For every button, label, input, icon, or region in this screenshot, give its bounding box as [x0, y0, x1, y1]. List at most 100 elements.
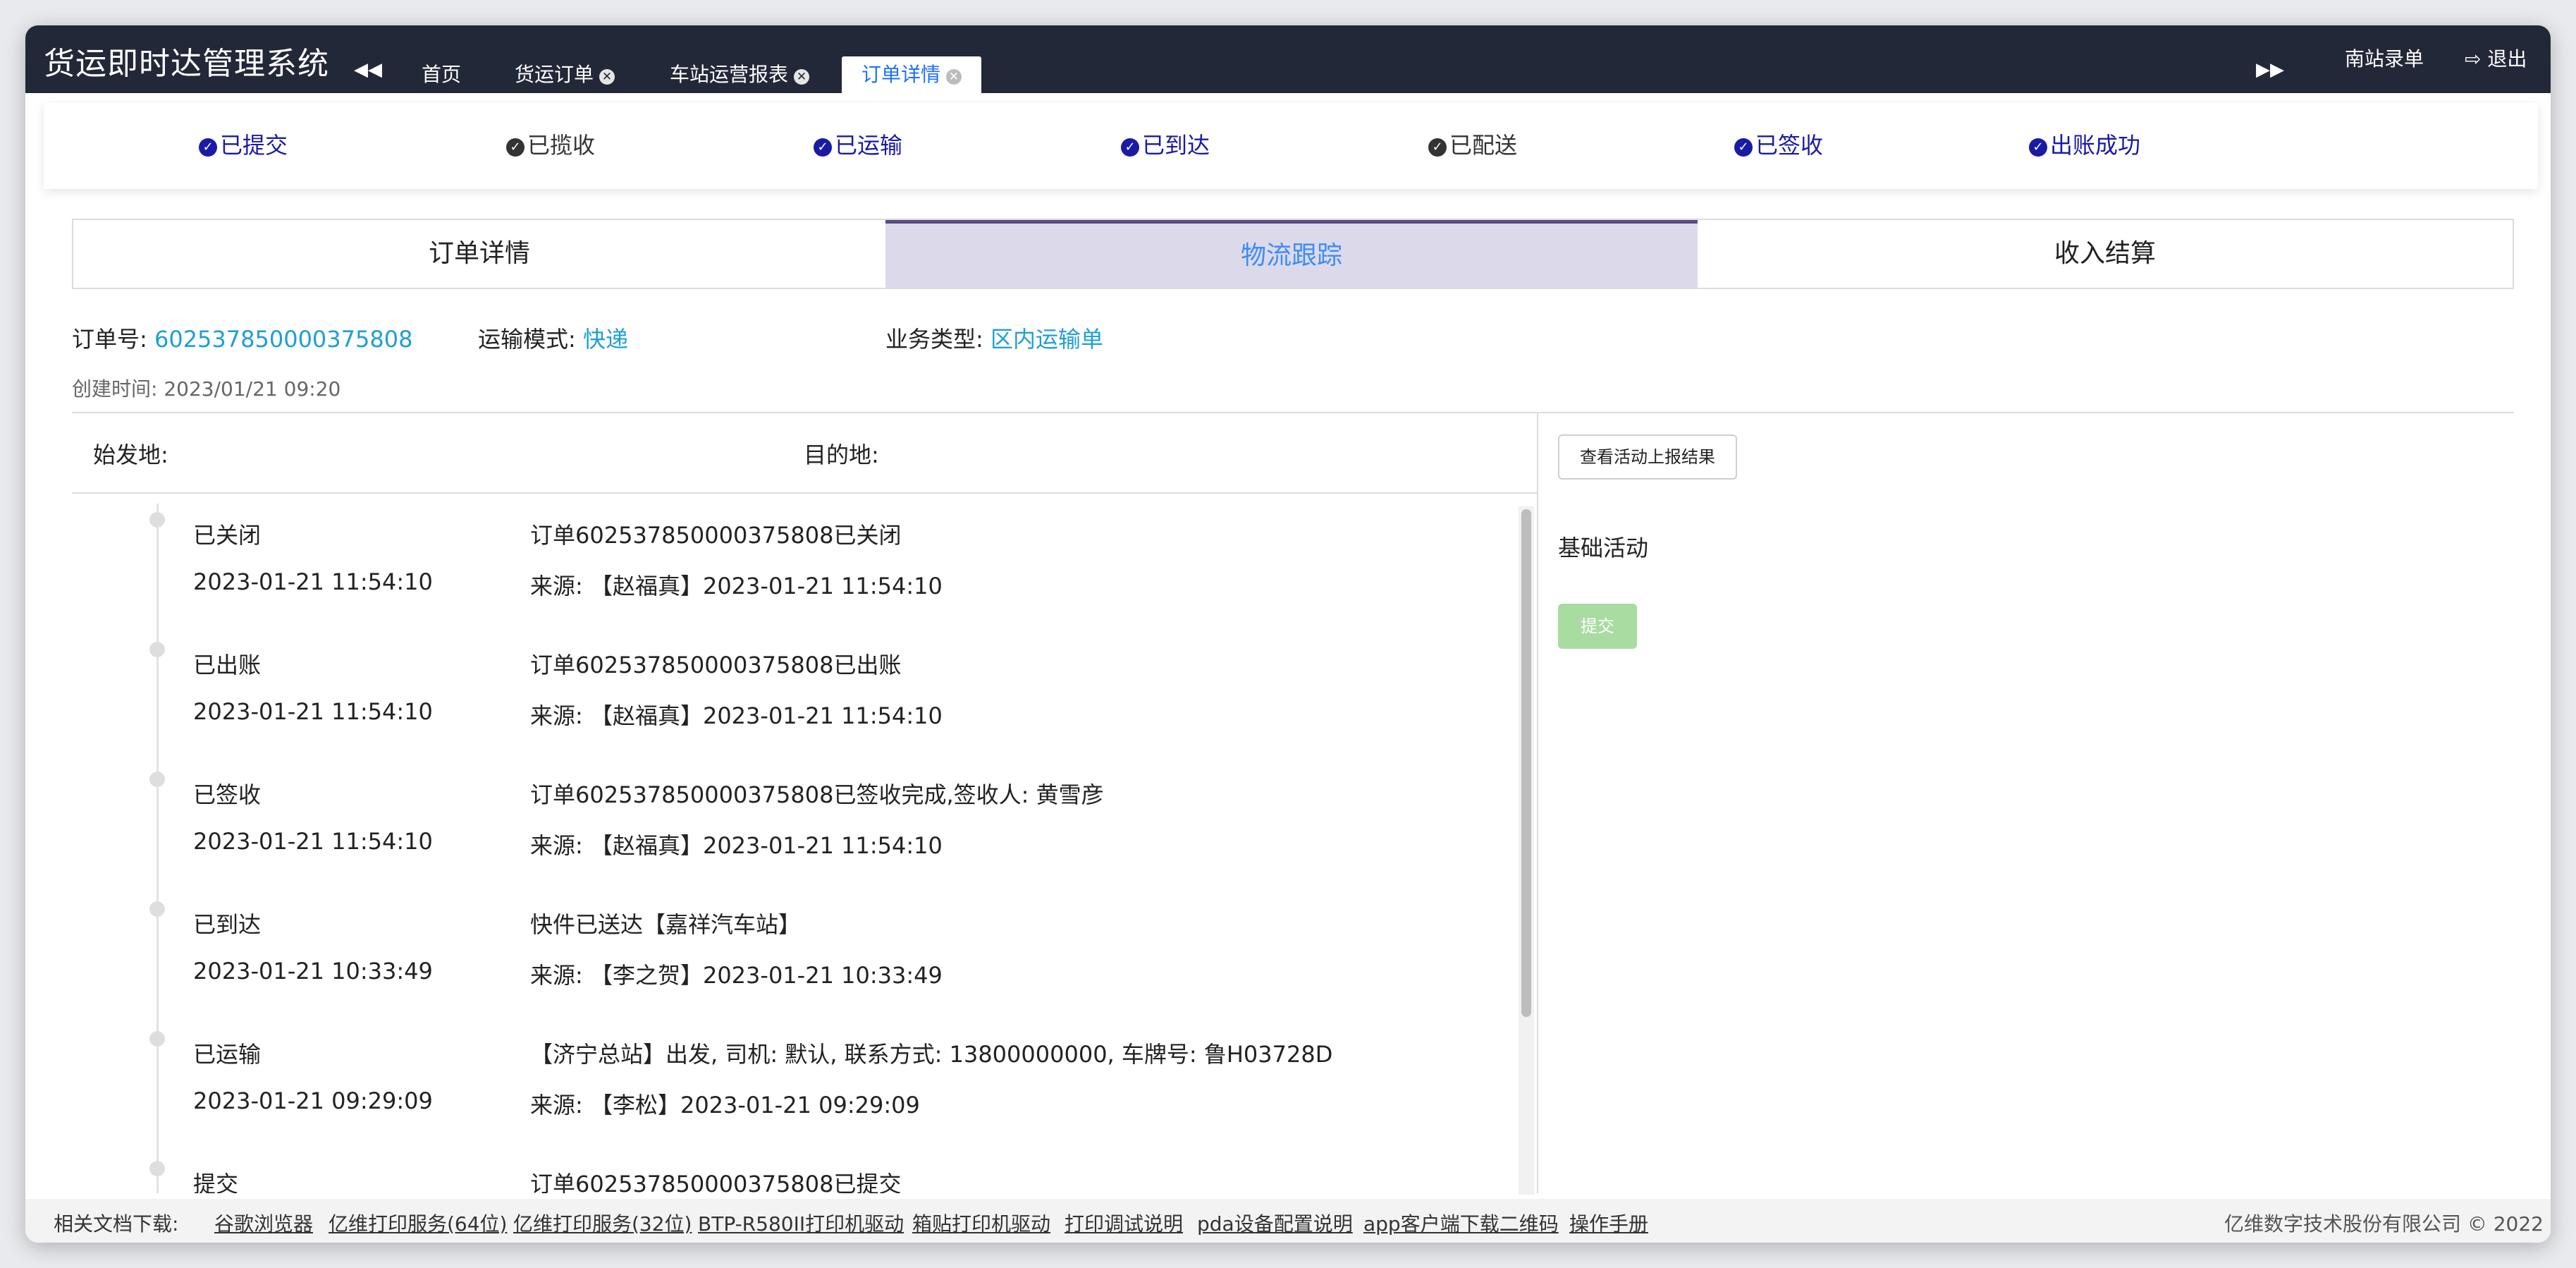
station-entry-link[interactable]: 南站录单 — [2345, 44, 2424, 72]
tab-order-info[interactable]: 订单详情 — [73, 220, 885, 288]
status-billed: ✓ 出账成功 — [2029, 131, 2140, 159]
divider — [72, 412, 2514, 413]
timeline-dot — [149, 512, 165, 528]
transport-mode-field: 运输模式: 快递 — [478, 322, 628, 354]
status-collected: ✓ 已揽收 — [506, 131, 595, 159]
divider — [72, 492, 1537, 494]
basic-activities-title: 基础活动 — [1558, 535, 1649, 561]
timeline-status: 已出账 — [193, 652, 262, 678]
order-number-value: 602537850000375808 — [154, 326, 413, 353]
timeline-dot — [149, 772, 165, 787]
double-left-icon[interactable]: ◀◀ — [354, 59, 382, 87]
panel-divider — [1537, 412, 1538, 1193]
business-type-field: 业务类型: 区内运输单 — [885, 322, 1103, 354]
timeline-description: 订单602537850000375808已出账 — [530, 652, 902, 678]
footer-link-manual[interactable]: 操作手册 — [1569, 1209, 1648, 1237]
timeline-description: 订单602537850000375808已关闭 — [530, 522, 902, 549]
status-label: 已运输 — [835, 132, 903, 159]
tab-station-report[interactable]: 车站运营报表 ✕ — [670, 56, 810, 93]
double-right-icon[interactable]: ▶▶ — [2256, 59, 2284, 87]
order-number-label: 订单号: — [72, 326, 147, 353]
timeline-time: 2023-01-21 09:29:09 — [193, 1087, 433, 1114]
timeline-source: 来源: 【赵福真】2023-01-21 11:54:10 — [530, 702, 943, 729]
tab-income-settlement[interactable]: 收入结算 — [1699, 220, 2511, 288]
timeline-dot — [149, 1161, 165, 1176]
submit-button[interactable]: 提交 — [1558, 604, 1637, 649]
business-type-label: 业务类型: — [885, 326, 983, 353]
timeline-status: 已关闭 — [193, 522, 262, 549]
top-bar: 货运即时达管理系统 ◀◀ 首页 货运订单 ✕ 车站运营报表 ✕ 订单详情 ✕ ▶▶ 南… — [25, 25, 2551, 93]
footer-link-pda-config[interactable]: pda设备配置说明 — [1197, 1209, 1353, 1237]
timeline-item: 已关闭 2023-01-21 11:54:10 订单60253785000037… — [72, 504, 1537, 633]
timeline-dot — [149, 1031, 165, 1047]
timeline-item: 提交 订单602537850000375808已提交 — [72, 1152, 1537, 1193]
status-label: 已揽收 — [527, 132, 596, 159]
tab-label: 车站运营报表 — [670, 63, 789, 86]
status-label: 出账成功 — [2050, 132, 2141, 159]
close-circle-icon[interactable]: ✕ — [794, 69, 810, 85]
transport-mode-label: 运输模式: — [478, 326, 576, 353]
timeline-scrollbar-thumb[interactable] — [1521, 509, 1531, 1017]
check-circle-icon: ✓ — [506, 138, 525, 157]
footer-link-print-service-64[interactable]: 亿维打印服务(64位) — [329, 1209, 507, 1237]
timeline-status: 提交 — [193, 1171, 239, 1193]
status-signed: ✓ 已签收 — [1734, 131, 1823, 159]
footer-link-chrome[interactable]: 谷歌浏览器 — [214, 1209, 313, 1237]
check-circle-icon: ✓ — [2029, 138, 2047, 157]
status-arrived: ✓ 已到达 — [1121, 131, 1210, 159]
timeline-description: 【济宁总站】出发, 司机: 默认, 联系方式: 13800000000, 车牌号… — [530, 1041, 1333, 1068]
timeline-time: 2023-01-21 10:33:49 — [193, 958, 433, 984]
timeline-source: 来源: 【李之贺】2023-01-21 10:33:49 — [530, 962, 943, 989]
footer-copyright: 亿维数字技术股份有限公司 © 2022 — [2224, 1212, 2544, 1236]
tab-label: 货运订单 — [515, 63, 594, 86]
origin-label: 始发地: — [93, 441, 168, 468]
logout-button[interactable]: ⇨ 退出 — [2465, 44, 2527, 72]
check-circle-icon: ✓ — [1734, 138, 1753, 157]
tab-label: 首页 — [422, 63, 462, 86]
timeline-status: 已签收 — [193, 781, 262, 808]
tab-label: 订单详情 — [861, 63, 941, 86]
destination-label: 目的地: — [804, 441, 879, 468]
timeline-dot — [149, 901, 165, 917]
timeline-description: 快件已送达【嘉祥汽车站】 — [530, 911, 802, 938]
timeline-item: 已到达 2023-01-21 10:33:49 快件已送达【嘉祥汽车站】 来源:… — [72, 893, 1537, 1023]
timeline-status: 已运输 — [193, 1041, 262, 1068]
tab-logistics-tracking[interactable]: 物流跟踪 — [885, 220, 1698, 288]
check-circle-icon: ✓ — [199, 138, 217, 157]
logout-label: 退出 — [2487, 47, 2527, 71]
timeline-item: 已运输 2023-01-21 09:29:09 【济宁总站】出发, 司机: 默认… — [72, 1023, 1537, 1152]
app-title: 货运即时达管理系统 — [44, 46, 329, 82]
detail-tabs: 订单详情 物流跟踪 收入结算 — [72, 219, 2514, 289]
tab-home[interactable]: 首页 — [422, 56, 461, 93]
footer-link-label-printer-driver[interactable]: 箱贴打印机驱动 — [912, 1209, 1050, 1237]
close-circle-icon[interactable]: ✕ — [946, 69, 962, 85]
status-in-transit: ✓ 已运输 — [814, 131, 902, 159]
close-circle-icon[interactable]: ✕ — [599, 69, 615, 85]
tab-freight-orders[interactable]: 货运订单 ✕ — [515, 56, 615, 93]
timeline-time: 2023-01-21 11:54:10 — [193, 568, 433, 595]
view-report-results-button[interactable]: 查看活动上报结果 — [1558, 434, 1737, 480]
timeline-time: 2023-01-21 11:54:10 — [193, 828, 433, 855]
order-number-field: 订单号: 602537850000375808 — [72, 322, 412, 354]
timeline-item: 已出账 2023-01-21 11:54:10 订单60253785000037… — [72, 633, 1537, 763]
tab-order-detail[interactable]: 订单详情 ✕ — [842, 56, 982, 93]
status-label: 已到达 — [1142, 132, 1210, 159]
timeline-description: 订单602537850000375808已签收完成,签收人: 黄雪彦 — [530, 781, 1104, 808]
check-circle-icon: ✓ — [1428, 138, 1447, 157]
status-delivered: ✓ 已配送 — [1428, 131, 1517, 159]
status-label: 已配送 — [1449, 132, 1518, 159]
logout-icon: ⇨ — [2465, 47, 2482, 71]
order-status-strip: ✓ 已提交 ✓ 已揽收 ✓ 已运输 ✓ 已到达 ✓ 已配送 ✓ 已签收 ✓ 出账成功 — [44, 103, 2538, 189]
footer-link-print-service-32[interactable]: 亿维打印服务(32位) — [513, 1209, 692, 1237]
timeline-source: 来源: 【赵福真】2023-01-21 11:54:10 — [530, 573, 943, 599]
footer-link-app-qrcode[interactable]: app客户端下载二维码 — [1363, 1209, 1559, 1237]
timeline-description: 订单602537850000375808已提交 — [530, 1171, 902, 1193]
business-type-value: 区内运输单 — [990, 326, 1103, 353]
status-label: 已签收 — [1755, 132, 1824, 159]
footer-link-print-debug[interactable]: 打印调试说明 — [1065, 1209, 1183, 1237]
footer-docs-label: 相关文档下载: — [54, 1212, 179, 1236]
timeline-status: 已到达 — [193, 911, 262, 938]
footer: 相关文档下载: 谷歌浏览器 亿维打印服务(64位) 亿维打印服务(32位) BT… — [25, 1199, 2551, 1243]
footer-link-printer-driver[interactable]: BTP-R580II打印机驱动 — [698, 1209, 904, 1237]
timeline-source: 来源: 【赵福真】2023-01-21 11:54:10 — [530, 832, 943, 859]
